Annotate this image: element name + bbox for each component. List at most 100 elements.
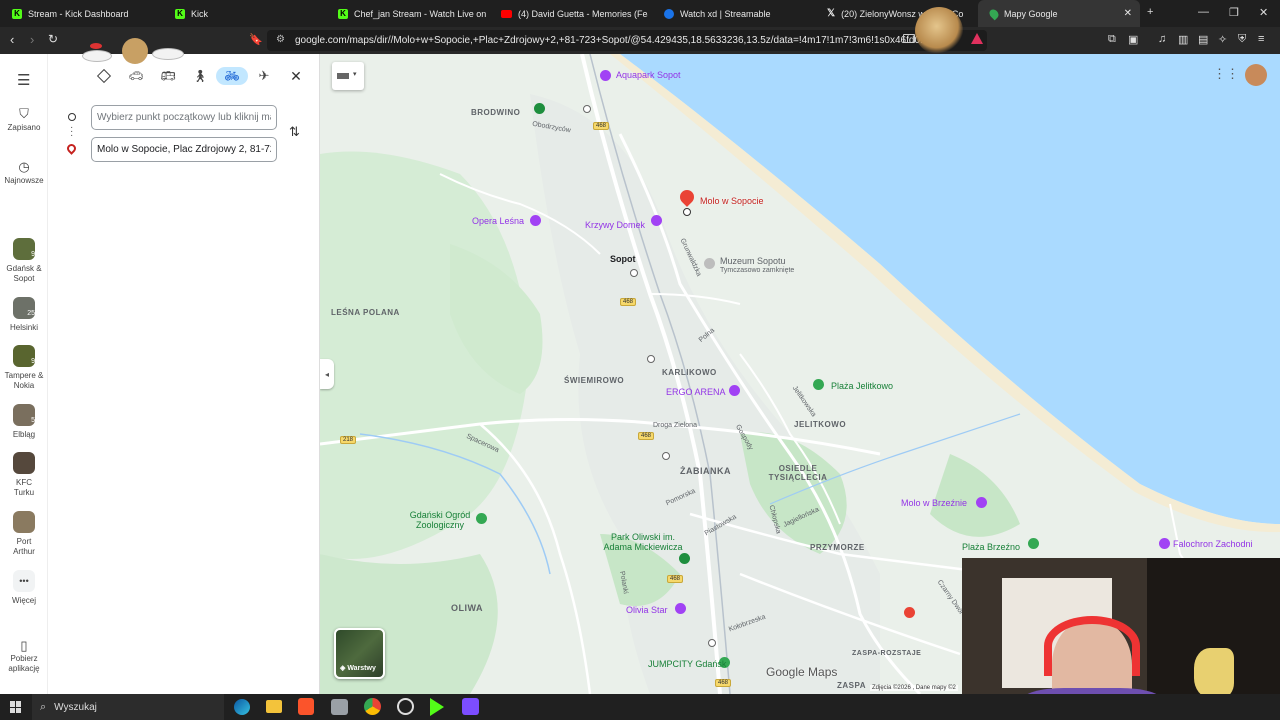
layers-button[interactable]: ◈ Warstwy — [334, 628, 385, 679]
mode-transit[interactable]: 🚌︎ — [154, 67, 182, 85]
plane-icon: ✈ — [258, 68, 270, 83]
mode-car[interactable]: 🚗︎ — [122, 67, 150, 85]
map-label[interactable]: Opera Leśna — [472, 216, 524, 226]
forward-icon[interactable]: › — [30, 32, 34, 47]
map-label[interactable]: Gdański Ogród Zoologiczny — [400, 510, 480, 530]
maximize-icon[interactable]: ❐ — [1229, 6, 1239, 19]
shields-icon[interactable]: ▤ — [1198, 33, 1208, 46]
pin-label[interactable]: Molo w Sopocie — [700, 196, 764, 206]
taskbar-search[interactable]: ⌕ Wyszukaj — [32, 694, 224, 720]
olivia-star-icon[interactable] — [675, 603, 686, 614]
brave-rewards-icon[interactable] — [971, 33, 983, 44]
map-label[interactable]: Falochron Zachodni — [1173, 539, 1253, 549]
url-bar[interactable]: ⚙ google.com/maps/dir//Molo+w+Sopocie,+P… — [267, 30, 987, 51]
swap-icon[interactable]: ⇅ — [289, 124, 300, 140]
map-label[interactable]: Molo w Brzeźnie — [901, 498, 967, 508]
map-label[interactable]: Plaża Jelitkowo — [831, 381, 893, 391]
mode-walk[interactable]: 🚶︎ — [186, 67, 214, 85]
tab-chef-jan[interactable]: K Chef_jan Stream - Watch Live on Kick — [326, 0, 489, 27]
tab-streamable[interactable]: Watch xd | Streamable — [652, 0, 815, 27]
close-tab-icon[interactable]: ✕ — [1124, 8, 1132, 19]
doge-emote-overlay — [915, 7, 963, 55]
museum-icon[interactable] — [704, 258, 715, 269]
map-label[interactable]: Krzywy Domek — [585, 220, 645, 230]
collapse-panel-button[interactable]: ◂ — [320, 359, 334, 389]
brave-icon[interactable] — [298, 698, 314, 715]
aquapark-icon[interactable] — [600, 70, 611, 81]
beach-park-icon[interactable] — [1028, 538, 1039, 549]
rail-list-kfc-turku[interactable]: KFC Turku — [0, 452, 48, 498]
minimize-icon[interactable]: — — [1198, 6, 1209, 18]
map-label[interactable]: Olivia Star — [626, 605, 668, 615]
molo-brzezno-icon[interactable] — [976, 497, 987, 508]
site-settings-icon[interactable]: ⚙ — [276, 34, 285, 45]
map-label[interactable]: Aquapark Sopot — [616, 70, 681, 80]
rail-list-port-arthur[interactable]: Port Arthur — [0, 511, 48, 557]
file-explorer-icon[interactable] — [266, 700, 282, 713]
windows-start-icon[interactable] — [10, 701, 22, 713]
breakwater-icon[interactable] — [1159, 538, 1170, 549]
park-icon[interactable] — [679, 553, 690, 564]
avatar[interactable] — [1245, 64, 1267, 86]
tab-youtube[interactable]: (4) David Guetta - Memories (Featur — [489, 0, 652, 27]
tab-label: Stream - Kick Dashboard — [28, 8, 129, 19]
hamburger-icon[interactable]: ☰ — [17, 71, 30, 89]
map-label[interactable]: JUMPCITY Gdańsk — [648, 659, 726, 669]
music-icon[interactable]: ♫ — [1158, 33, 1166, 45]
menu-icon[interactable]: ≡ — [1258, 33, 1264, 45]
headphones — [1044, 616, 1140, 676]
destination-input[interactable] — [91, 137, 277, 162]
close-window-icon[interactable]: ✕ — [1259, 6, 1268, 19]
krzywy-domek-icon[interactable] — [651, 215, 662, 226]
screen-icon[interactable] — [903, 34, 915, 43]
park-icon[interactable] — [534, 103, 545, 114]
close-directions-button[interactable]: ✕ — [282, 67, 310, 85]
mode-best-route[interactable] — [90, 67, 118, 85]
apps-grid-icon[interactable]: ⋮⋮ — [1213, 66, 1239, 82]
tab-kick[interactable]: K Kick — [163, 0, 326, 27]
rail-get-app[interactable]: ▯ Pobierz aplikację — [0, 638, 48, 674]
map-label[interactable]: ERGO ARENA — [666, 387, 726, 397]
tab-kick-dashboard[interactable]: K Stream - Kick Dashboard — [0, 0, 163, 27]
hospital-icon[interactable] — [904, 607, 915, 618]
leo-icon[interactable]: ✧ — [1218, 33, 1227, 46]
app-icon[interactable] — [462, 698, 479, 715]
car-icon: 🚗︎ — [128, 69, 144, 83]
rail-list-elblag[interactable]: 5 Elbląg — [0, 404, 48, 440]
beach-park-icon[interactable] — [813, 379, 824, 390]
tab-google-maps[interactable]: Mapy Google ✕ — [978, 0, 1140, 27]
sidebar-icon[interactable]: ▥ — [1178, 33, 1188, 46]
rail-recent[interactable]: ◷ Najnowsze — [0, 160, 48, 186]
map-label[interactable]: Park Oliwski im. Adama Mickiewicza — [603, 532, 683, 552]
vpn-icon[interactable]: ⛨ — [1238, 33, 1246, 46]
extensions-icon[interactable]: ⧉ — [1108, 33, 1116, 46]
app-icon[interactable] — [331, 699, 348, 715]
edge-icon[interactable] — [234, 699, 250, 715]
rail-list-gdansk[interactable]: 9 Gdańsk & Sopot — [0, 238, 48, 284]
new-tab-icon[interactable]: + — [1147, 6, 1153, 18]
mode-bicycle[interactable]: 🚲︎ — [216, 67, 248, 85]
station-icon — [662, 452, 670, 460]
map-controls-button[interactable]: ▾ — [332, 62, 364, 90]
phone-icon: ▯ — [20, 638, 28, 653]
mode-flight[interactable]: ✈ — [250, 67, 278, 85]
back-icon[interactable]: ‹ — [10, 32, 14, 47]
rail-saved[interactable]: ⛉ Zapisano — [0, 107, 48, 133]
origin-circle-icon — [68, 113, 76, 121]
map-label[interactable]: Plaża Brzeźno — [962, 542, 1020, 552]
rail-label: Tampere & Nokia — [4, 371, 44, 390]
wallet-icon[interactable]: ▣ — [1128, 33, 1138, 46]
map-label[interactable]: Muzeum Sopotu — [720, 256, 786, 266]
rail-list-helsinki[interactable]: 25 Helsinki — [0, 297, 48, 333]
rail-list-tampere[interactable]: 9 Tampere & Nokia — [0, 345, 48, 391]
obs-icon[interactable] — [397, 698, 414, 715]
opera-icon[interactable] — [530, 215, 541, 226]
rail-more[interactable]: ••• Więcej — [0, 570, 48, 606]
chrome-icon[interactable] — [364, 698, 381, 715]
origin-input[interactable] — [91, 105, 277, 130]
kick-app-icon[interactable] — [430, 698, 444, 716]
bookmark-page-icon[interactable]: 🔖 — [249, 33, 263, 46]
kick-icon: K — [338, 8, 348, 19]
reload-icon[interactable]: ↻ — [48, 32, 58, 46]
ergo-arena-icon[interactable] — [729, 385, 740, 396]
